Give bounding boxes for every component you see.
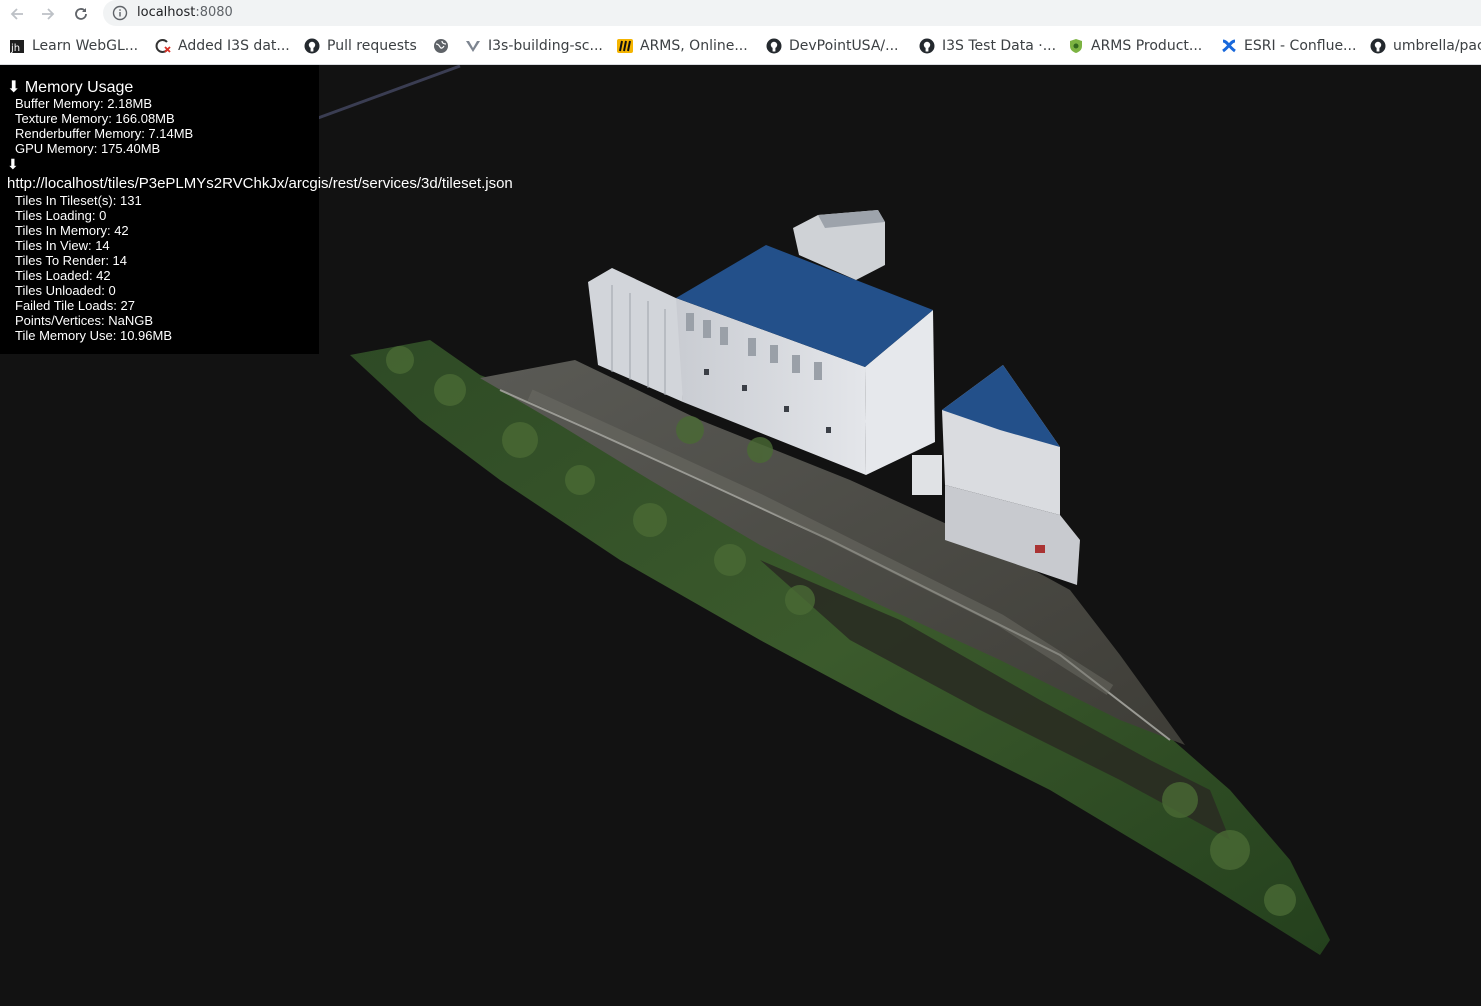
bookmark-label: Added I3S dat... (178, 38, 290, 54)
reload-button[interactable] (70, 3, 92, 25)
broken-build-favicon (155, 38, 171, 54)
buffer-memory: Buffer Memory: 2.18MB (15, 96, 153, 111)
jh-favicon: jh (9, 38, 25, 54)
tiles-in-view: Tiles In View: 14 (15, 238, 110, 253)
globe-icon (433, 38, 449, 54)
points-vertices: Points/Vertices: NaNGB (15, 313, 153, 328)
tiles-loaded: Tiles Loaded: 42 (15, 268, 111, 283)
arms-favicon (617, 38, 633, 54)
scene-line (317, 65, 461, 120)
bookmark-globe[interactable] (433, 36, 456, 56)
tileset-url: http://localhost/tiles/P3ePLMYs2RVChkJx/… (7, 175, 513, 192)
github-icon (1370, 38, 1386, 54)
address-port: :8080 (195, 5, 233, 20)
texture-memory: Texture Memory: 166.08MB (15, 111, 175, 126)
tiles-in-tileset: Tiles In Tileset(s): 131 (15, 193, 142, 208)
tileset-toggle-arrow[interactable]: ⬇ (7, 156, 19, 173)
bookmark-learn-webgl[interactable]: jh Learn WebGL... (9, 36, 138, 56)
bookmark-label: ARMS Product... (1091, 38, 1203, 54)
truck (912, 455, 942, 495)
bookmark-arms-online[interactable]: ARMS, Online... (617, 36, 748, 56)
bookmark-arms-product[interactable]: ARMS Product... (1068, 36, 1202, 56)
address-bar[interactable]: localhost:8080 (103, 0, 1481, 26)
stats-panel: ⬇ Memory Usage Buffer Memory: 2.18MB Tex… (0, 65, 513, 354)
v-favicon (465, 38, 481, 54)
back-button[interactable] (6, 3, 28, 25)
bookmark-label: ESRI - Conflue... (1244, 38, 1357, 54)
bookmark-pull-requests[interactable]: Pull requests (304, 36, 417, 56)
bookmark-devpointusa[interactable]: DevPointUSA/... (766, 36, 898, 56)
tiles-loading: Tiles Loading: 0 (15, 208, 107, 223)
tiles-in-memory: Tiles In Memory: 42 (15, 223, 129, 238)
github-icon (304, 38, 320, 54)
bookmark-label: I3S Test Data ·... (942, 38, 1057, 54)
bookmark-i3s-test-data[interactable]: I3S Test Data ·... (919, 36, 1056, 56)
info-icon[interactable] (112, 5, 128, 21)
tile-memory-use: Tile Memory Use: 10.96MB (15, 328, 173, 343)
bookmark-label: Learn WebGL... (32, 38, 139, 54)
gpu-memory: GPU Memory: 175.40MB (15, 141, 161, 156)
3d-viewport[interactable]: ⬇ Memory Usage Buffer Memory: 2.18MB Tex… (0, 65, 1481, 1006)
tiles-to-render: Tiles To Render: 14 (15, 253, 128, 268)
bookmark-label: DevPointUSA/... (789, 38, 899, 54)
github-icon (766, 38, 782, 54)
bookmark-i3s-building[interactable]: I3s-building-sc... (465, 36, 603, 56)
bookmark-umbrella[interactable]: umbrella/pac (1370, 36, 1481, 56)
tiles-unloaded: Tiles Unloaded: 0 (15, 283, 116, 298)
github-icon (919, 38, 935, 54)
confluence-icon (1221, 38, 1237, 54)
forward-arrow-icon (42, 8, 55, 20)
browser-toolbar: localhost:8080 (0, 0, 1481, 27)
back-arrow-icon (10, 8, 23, 20)
failed-tile-loads: Failed Tile Loads: 27 (15, 298, 135, 313)
bookmark-label: umbrella/pac (1393, 38, 1481, 54)
bookmarks-bar: jh Learn WebGL... Added I3S dat... Pull … (0, 27, 1481, 65)
svg-text:jh: jh (10, 43, 20, 54)
address-host: localhost (137, 5, 196, 20)
forward-button[interactable] (37, 3, 59, 25)
memory-usage-header[interactable]: ⬇ Memory Usage (7, 77, 133, 97)
address-text: localhost:8080 (137, 5, 233, 20)
bookmark-label: ARMS, Online... (640, 38, 748, 54)
bookmark-label: I3s-building-sc... (488, 38, 603, 54)
bookmark-label: Pull requests (327, 38, 417, 54)
shield-favicon (1068, 38, 1084, 54)
reload-icon (75, 8, 87, 20)
bookmark-esri-confluence[interactable]: ESRI - Conflue... (1221, 36, 1356, 56)
renderbuffer-memory: Renderbuffer Memory: 7.14MB (15, 126, 194, 141)
bookmark-added-i3s[interactable]: Added I3S dat... (155, 36, 290, 56)
